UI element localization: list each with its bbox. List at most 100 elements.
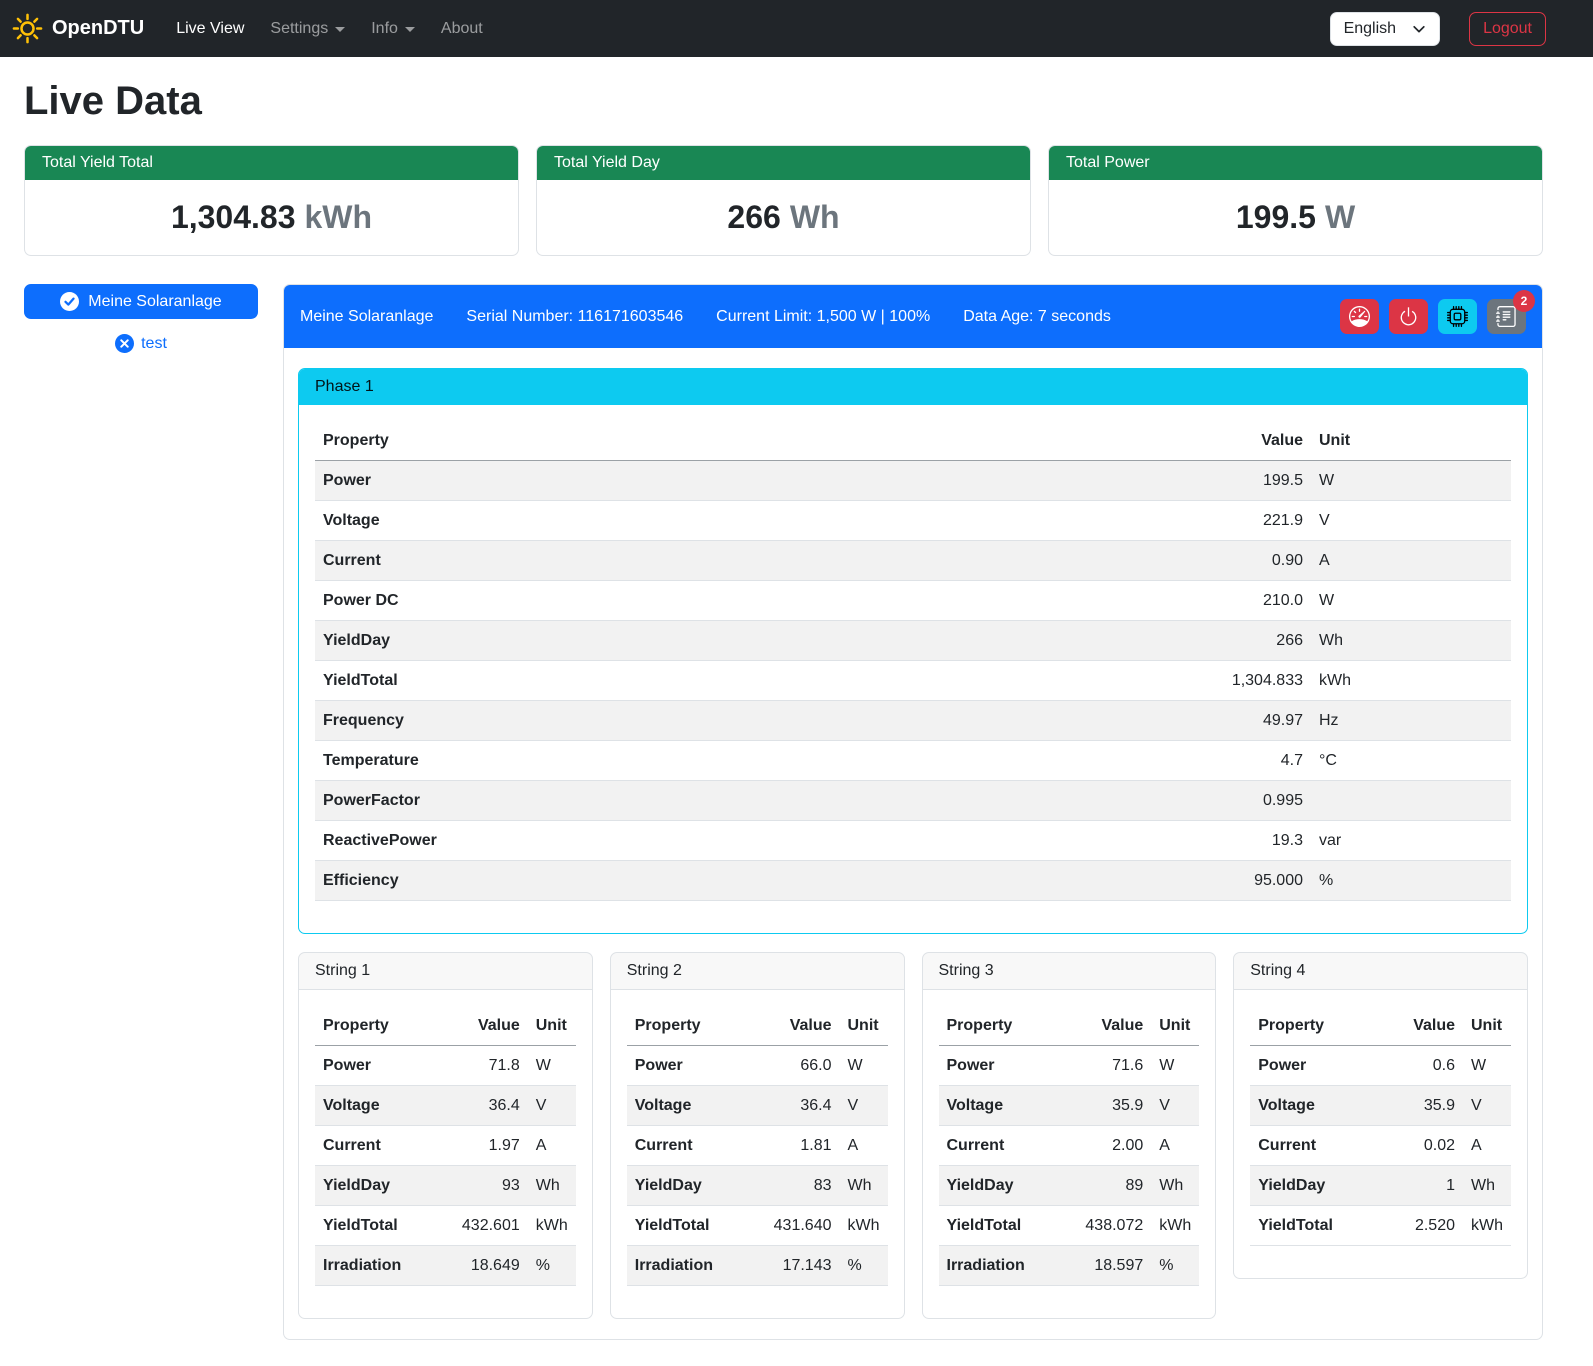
- unit-cell: W: [1463, 1046, 1511, 1086]
- property-cell: Power: [315, 461, 1191, 501]
- unit-cell: %: [840, 1246, 888, 1286]
- table-header-row: Property Value Unit: [315, 1006, 576, 1046]
- sun-icon: [12, 13, 43, 44]
- unit-cell: %: [1151, 1246, 1199, 1286]
- table-row: YieldTotal 431.640 kWh: [627, 1206, 888, 1246]
- value-cell: 89: [1073, 1166, 1151, 1206]
- value-cell: 1.81: [762, 1126, 840, 1166]
- string-4-table: Property Value Unit Power: [1250, 1006, 1511, 1246]
- table-row: Power 71.8 W: [315, 1046, 576, 1086]
- property-cell: Efficiency: [315, 861, 1191, 901]
- value-cell: 17.143: [762, 1246, 840, 1286]
- nav-item-label: About: [441, 20, 483, 38]
- unit-cell: W: [840, 1046, 888, 1086]
- nav-item-settings[interactable]: Settings: [260, 12, 355, 46]
- table-row: Irradiation 17.143 %: [627, 1246, 888, 1286]
- property-cell: YieldTotal: [315, 1206, 450, 1246]
- event-count-badge: 2: [1513, 290, 1535, 312]
- table-row: YieldDay 93 Wh: [315, 1166, 576, 1206]
- property-cell: PowerFactor: [315, 781, 1191, 821]
- table-row: Power 199.5 W: [315, 461, 1511, 501]
- unit-cell: [1311, 781, 1511, 821]
- column-property: Property: [627, 1006, 762, 1046]
- table-row: YieldTotal 432.601 kWh: [315, 1206, 576, 1246]
- table-row: Voltage 35.9 V: [939, 1086, 1200, 1126]
- nav-item-label: Info: [371, 20, 398, 38]
- property-cell: Irradiation: [627, 1246, 762, 1286]
- property-cell: Power: [939, 1046, 1074, 1086]
- table-row: Power DC 210.0 W: [315, 581, 1511, 621]
- phase-1-title: Phase 1: [299, 369, 1527, 405]
- string-2-card: String 2 Property Value Unit: [610, 952, 905, 1319]
- unit-cell: kWh: [840, 1206, 888, 1246]
- property-cell: YieldDay: [315, 621, 1191, 661]
- summary-cards-row: Total Yield Total 1,304.83kWh Total Yiel…: [24, 145, 1543, 256]
- nav-item-label: Live View: [176, 20, 244, 38]
- language-select[interactable]: English: [1330, 12, 1440, 46]
- inverter-card: Meine Solaranlage Serial Number: 1161716…: [283, 284, 1543, 1340]
- device-info-button[interactable]: [1438, 299, 1477, 334]
- power-icon: [1398, 306, 1419, 327]
- table-header-row: Property Value Unit: [627, 1006, 888, 1046]
- total-yield-day-card: Total Yield Day 266Wh: [536, 145, 1031, 256]
- table-row: PowerFactor 0.995: [315, 781, 1511, 821]
- unit-cell: Wh: [840, 1166, 888, 1206]
- property-cell: YieldTotal: [627, 1206, 762, 1246]
- nav-item-info[interactable]: Info: [361, 12, 425, 46]
- table-row: Voltage 35.9 V: [1250, 1086, 1511, 1126]
- value-cell: 2.520: [1385, 1206, 1463, 1246]
- string-1-card: String 1 Property Value Unit: [298, 952, 593, 1319]
- selected-inverter-button[interactable]: Meine Solaranlage: [24, 284, 258, 319]
- unit-cell: Wh: [528, 1166, 576, 1206]
- table-row: Temperature 4.7 °C: [315, 741, 1511, 781]
- string-4-card: String 4 Property Value Unit: [1233, 952, 1528, 1279]
- value-cell: 1: [1385, 1166, 1463, 1206]
- property-cell: YieldTotal: [939, 1206, 1074, 1246]
- unit-cell: A: [528, 1126, 576, 1166]
- total-yield-day-value: 266: [727, 199, 780, 235]
- value-cell: 221.9: [1191, 501, 1311, 541]
- string-1-table: Property Value Unit Power: [315, 1006, 576, 1286]
- unit-cell: kWh: [1463, 1206, 1511, 1246]
- total-yield-total-unit: kWh: [305, 199, 373, 235]
- event-log-button[interactable]: 2: [1487, 299, 1526, 334]
- unit-cell: W: [1151, 1046, 1199, 1086]
- unit-cell: W: [1311, 461, 1511, 501]
- unit-cell: A: [1463, 1126, 1511, 1166]
- inverter-item-test[interactable]: test: [24, 334, 258, 353]
- value-cell: 83: [762, 1166, 840, 1206]
- language-value: English: [1344, 20, 1396, 38]
- unit-cell: kWh: [528, 1206, 576, 1246]
- table-row: YieldDay 266 Wh: [315, 621, 1511, 661]
- value-cell: 1.97: [450, 1126, 528, 1166]
- table-row: Power 0.6 W: [1250, 1046, 1511, 1086]
- total-yield-day-unit: Wh: [790, 199, 840, 235]
- brand[interactable]: OpenDTU: [12, 13, 144, 44]
- table-row: YieldDay 83 Wh: [627, 1166, 888, 1206]
- value-cell: 35.9: [1073, 1086, 1151, 1126]
- inverter-header: Meine Solaranlage Serial Number: 1161716…: [284, 285, 1542, 348]
- property-cell: Current: [627, 1126, 762, 1166]
- limit-settings-button[interactable]: [1340, 299, 1379, 334]
- string-2-title: String 2: [611, 953, 904, 990]
- value-cell: 432.601: [450, 1206, 528, 1246]
- table-row: Current 1.81 A: [627, 1126, 888, 1166]
- unit-cell: V: [1151, 1086, 1199, 1126]
- table-row: Power 71.6 W: [939, 1046, 1200, 1086]
- unit-cell: Wh: [1463, 1166, 1511, 1206]
- nav-item-live-view[interactable]: Live View: [166, 12, 254, 46]
- value-cell: 210.0: [1191, 581, 1311, 621]
- unit-cell: W: [528, 1046, 576, 1086]
- property-cell: Power: [1250, 1046, 1385, 1086]
- navbar: OpenDTU Live View Settings Info About En…: [0, 0, 1593, 57]
- value-cell: 438.072: [1073, 1206, 1151, 1246]
- caret-down-icon: [335, 27, 345, 32]
- nav-item-about[interactable]: About: [431, 12, 493, 46]
- unit-cell: A: [1151, 1126, 1199, 1166]
- inverter-limit: Current Limit: 1,500 W | 100%: [716, 308, 930, 326]
- table-row: Current 0.02 A: [1250, 1126, 1511, 1166]
- unit-cell: kWh: [1151, 1206, 1199, 1246]
- power-button[interactable]: [1389, 299, 1428, 334]
- value-cell: 71.8: [450, 1046, 528, 1086]
- logout-button[interactable]: Logout: [1469, 12, 1546, 46]
